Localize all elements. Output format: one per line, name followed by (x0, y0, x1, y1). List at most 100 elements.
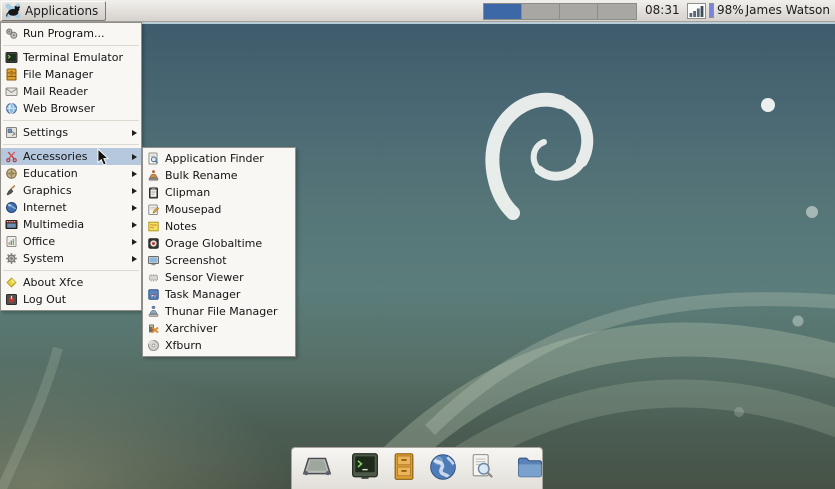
submenu-item-application-finder[interactable]: Application Finder (143, 150, 295, 167)
submenu-arrow-icon (132, 129, 137, 136)
globe-icon (427, 452, 459, 482)
disc-icon (147, 339, 160, 352)
application-finder-icon (466, 452, 498, 482)
show-desktop-icon (301, 452, 333, 482)
notes-icon (147, 220, 160, 233)
paintbrush-icon (5, 184, 18, 197)
dock-show-desktop-button[interactable] (301, 451, 333, 483)
menu-separator (3, 45, 139, 46)
signal-bars-icon (687, 3, 706, 19)
diamond-icon (5, 276, 18, 289)
menu-item-internet[interactable]: Internet (1, 199, 141, 216)
menu-item-log-out[interactable]: Log Out (1, 291, 141, 308)
menu-separator (3, 144, 139, 145)
app-finder-icon (147, 152, 160, 165)
desktop-screen: Applications 08:31 98% James Watson Run … (0, 0, 835, 489)
gears-icon (5, 27, 18, 40)
mouse-cursor (97, 147, 110, 171)
file-cabinet-icon (5, 68, 18, 81)
submenu-item-label: Clipman (165, 186, 211, 199)
submenu-arrow-icon (132, 255, 137, 262)
workspace-4[interactable] (598, 4, 636, 19)
submenu-item-label: Task Manager (165, 288, 241, 301)
menu-item-education[interactable]: Education (1, 165, 141, 182)
dock-web-browser-button[interactable] (427, 451, 459, 483)
menu-item-label: Accessories (23, 150, 88, 163)
workspace-2[interactable] (522, 4, 560, 19)
submenu-item-xfburn[interactable]: Xfburn (143, 337, 295, 354)
submenu-item-clipman[interactable]: Clipman (143, 184, 295, 201)
workspace-3[interactable] (560, 4, 598, 19)
education-icon (5, 167, 18, 180)
menu-item-label: Multimedia (23, 218, 85, 231)
menu-item-mail-reader[interactable]: Mail Reader (1, 83, 141, 100)
submenu-item-label: Application Finder (165, 152, 264, 165)
menu-item-label: File Manager (23, 68, 94, 81)
menu-item-label: Terminal Emulator (23, 51, 123, 64)
submenu-item-label: Bulk Rename (165, 169, 238, 182)
dock-file-manager-button[interactable] (514, 451, 546, 483)
menu-item-label: Web Browser (23, 102, 96, 115)
terminal-icon (5, 51, 18, 64)
menu-item-about-xfce[interactable]: About Xfce (1, 274, 141, 291)
submenu-item-notes[interactable]: Notes (143, 218, 295, 235)
menu-item-settings[interactable]: Settings (1, 124, 141, 141)
task-manager-icon (147, 288, 160, 301)
menu-item-label: About Xfce (23, 276, 84, 289)
sensor-icon (147, 271, 160, 284)
submenu-item-label: Xarchiver (165, 322, 218, 335)
dock-file-cabinet-button[interactable] (388, 451, 420, 483)
submenu-item-orage-globaltime[interactable]: Orage Globaltime (143, 235, 295, 252)
workspace-1-active[interactable] (484, 4, 522, 19)
menu-item-label: System (23, 252, 65, 265)
menu-separator (3, 120, 139, 121)
screenshot-icon (147, 254, 160, 267)
dock-terminal-button[interactable] (349, 451, 381, 483)
menu-item-terminal-emulator[interactable]: Terminal Emulator (1, 49, 141, 66)
menu-item-label: Run Program... (23, 27, 105, 40)
submenu-item-bulk-rename[interactable]: Bulk Rename (143, 167, 295, 184)
mail-icon (5, 85, 18, 98)
menu-item-run-program[interactable]: Run Program... (1, 25, 141, 42)
submenu-arrow-icon (132, 187, 137, 194)
menu-separator (3, 270, 139, 271)
submenu-item-xarchiver[interactable]: Xarchiver (143, 320, 295, 337)
top-panel: Applications 08:31 98% James Watson (0, 0, 835, 22)
menu-item-web-browser[interactable]: Web Browser (1, 100, 141, 117)
globe-icon (5, 102, 18, 115)
menu-item-label: Graphics (23, 184, 72, 197)
submenu-item-label: Xfburn (165, 339, 202, 352)
menu-item-graphics[interactable]: Graphics (1, 182, 141, 199)
submenu-item-label: Thunar File Manager (165, 305, 278, 318)
menu-item-accessories[interactable]: Accessories (1, 148, 141, 165)
workspace-switcher (483, 3, 637, 20)
submenu-item-thunar-file-manager[interactable]: Thunar File Manager (143, 303, 295, 320)
submenu-item-label: Orage Globaltime (165, 237, 263, 250)
battery-percentage: 98% (717, 3, 744, 17)
terminal-icon (349, 452, 381, 482)
submenu-item-label: Notes (165, 220, 197, 233)
submenu-item-label: Mousepad (165, 203, 222, 216)
submenu-item-sensor-viewer[interactable]: Sensor Viewer (143, 269, 295, 286)
settings-icon (5, 126, 18, 139)
submenu-item-screenshot[interactable]: Screenshot (143, 252, 295, 269)
applications-menu-button[interactable]: Applications (1, 0, 107, 21)
menu-item-label: Settings (23, 126, 69, 139)
menu-item-multimedia[interactable]: Multimedia (1, 216, 141, 233)
menu-item-office[interactable]: Office (1, 233, 141, 250)
menu-item-file-manager[interactable]: File Manager (1, 66, 141, 83)
mousepad-icon (147, 203, 160, 216)
user-name-button[interactable]: James Watson (746, 3, 830, 17)
gear-icon (5, 252, 18, 265)
xarchiver-icon (147, 322, 160, 335)
dock-application-finder-button[interactable] (466, 451, 498, 483)
folder-icon (514, 452, 546, 482)
submenu-item-label: Screenshot (165, 254, 227, 267)
battery-bar-icon (709, 3, 714, 18)
debian-swirl-logo (485, 92, 594, 220)
menu-item-system[interactable]: System (1, 250, 141, 267)
submenu-item-mousepad[interactable]: Mousepad (143, 201, 295, 218)
submenu-item-task-manager[interactable]: Task Manager (143, 286, 295, 303)
clock[interactable]: 08:31 (645, 3, 680, 17)
file-cabinet-icon (388, 452, 420, 482)
